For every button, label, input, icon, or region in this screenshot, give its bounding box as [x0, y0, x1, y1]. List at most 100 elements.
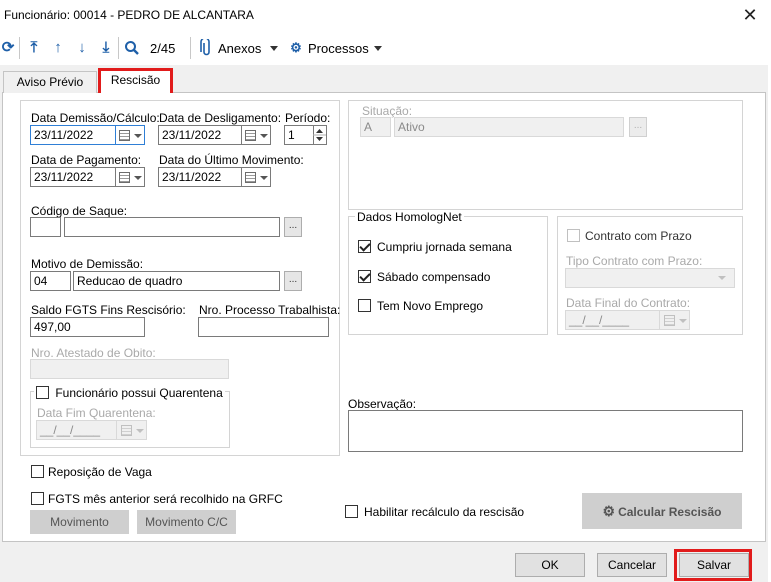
calendar-icon	[121, 425, 132, 436]
data-demissao-label: Data Demissão/Cálculo:	[31, 111, 160, 125]
tipo-contrato-label: Tipo Contrato com Prazo:	[566, 254, 703, 268]
dialog-window: Funcionário: 00014 - PEDRO DE ALCANTARA …	[0, 0, 769, 582]
nro-processo-label: Nro. Processo Trabalhista:	[199, 303, 341, 317]
cumpriu-jornada-checkbox[interactable]	[358, 240, 371, 253]
motivo-lookup-button[interactable]: ...	[284, 271, 302, 291]
data-ultimo-movimento-label: Data do Último Movimento:	[159, 153, 304, 167]
first-record-icon[interactable]: ⤒	[26, 39, 42, 57]
data-ultimo-movimento-input[interactable]: 23/11/2022	[158, 167, 242, 187]
novo-emprego-checkbox[interactable]	[358, 299, 371, 312]
situacao-code-input[interactable]: A	[360, 117, 391, 137]
data-pagamento-input[interactable]: 23/11/2022	[30, 167, 116, 187]
homolognet-legend: Dados HomologNet	[355, 210, 464, 224]
nro-atestado-label: Nro. Atestado de Obito:	[31, 346, 156, 360]
data-ultimo-movimento-calendar-button[interactable]	[241, 167, 271, 187]
calendar-icon	[245, 172, 256, 183]
ok-button[interactable]: OK	[515, 553, 585, 577]
codigo-saque-label: Código de Saque:	[31, 204, 128, 218]
recalculo-label: Habilitar recálculo da rescisão	[364, 505, 525, 519]
fgts-grfc-label: FGTS mês anterior será recolhido na GRFC	[48, 492, 283, 506]
refresh-icon[interactable]: ⟳	[0, 39, 16, 57]
tipo-contrato-select[interactable]	[565, 268, 735, 288]
periodo-input[interactable]: 1	[284, 125, 314, 145]
chevron-down-icon	[718, 276, 726, 280]
chevron-down-icon	[136, 429, 144, 433]
data-desligamento-label: Data de Desligamento:	[159, 111, 282, 125]
next-record-icon[interactable]: ↓	[74, 39, 90, 57]
codigo-saque-code-input[interactable]	[30, 217, 61, 237]
data-fim-quarentena-calendar-button[interactable]	[117, 420, 147, 440]
chevron-down-icon	[679, 319, 687, 323]
movimento-button[interactable]: Movimento	[30, 510, 129, 534]
data-fim-quarentena-label: Data Fim Quarentena:	[37, 406, 156, 420]
data-final-contrato-label: Data Final do Contrato:	[566, 296, 691, 310]
data-desligamento-calendar-button[interactable]	[241, 125, 271, 145]
cancel-button[interactable]: Cancelar	[597, 553, 667, 577]
calcular-rescisao-button[interactable]: ⚙ Calcular Rescisão	[582, 493, 742, 529]
data-pagamento-calendar-button[interactable]	[115, 167, 145, 187]
sabado-compensado-label: Sábado compensado	[377, 270, 491, 284]
chevron-down-icon	[134, 134, 142, 138]
calendar-icon	[119, 172, 130, 183]
paperclip-icon[interactable]	[198, 37, 214, 57]
nro-atestado-input[interactable]	[30, 359, 229, 379]
attachments-menu[interactable]: Anexos	[218, 41, 261, 56]
record-position: 2/45	[150, 41, 176, 56]
search-icon[interactable]	[124, 39, 140, 57]
data-final-contrato-input[interactable]: __/__/____	[565, 310, 660, 330]
chevron-down-icon[interactable]	[374, 46, 382, 51]
nro-processo-input[interactable]	[198, 317, 329, 337]
data-final-contrato-calendar-button[interactable]	[660, 310, 690, 330]
close-icon[interactable]: ✕	[738, 3, 762, 27]
quarentena-checkbox[interactable]	[36, 386, 49, 399]
periodo-label: Período:	[285, 111, 331, 125]
reposicao-vaga-label: Reposição de Vaga	[48, 465, 152, 479]
quarentena-label: Funcionário possui Quarentena	[55, 386, 223, 400]
recalculo-checkbox[interactable]	[345, 505, 358, 518]
motivo-code-input[interactable]: 04	[30, 271, 71, 291]
toolbar-separator	[118, 37, 119, 59]
calcular-rescisao-label: Calcular Rescisão	[618, 505, 722, 519]
reposicao-vaga-checkbox[interactable]	[31, 465, 44, 478]
title-bar: Funcionário: 00014 - PEDRO DE ALCANTARA …	[0, 0, 768, 31]
saldo-fgts-label: Saldo FGTS Fins Rescisório:	[31, 303, 186, 317]
data-fim-quarentena-input[interactable]: __/__/____	[36, 420, 117, 440]
calendar-icon	[664, 315, 675, 326]
gear-icon[interactable]: ⚙	[288, 39, 304, 57]
chevron-down-icon	[134, 176, 142, 180]
observacao-label: Observação:	[348, 397, 417, 411]
situacao-lookup-button[interactable]: ...	[629, 117, 647, 137]
sabado-compensado-checkbox[interactable]	[358, 270, 371, 283]
calendar-icon	[245, 130, 256, 141]
highlight-box	[674, 549, 752, 581]
codigo-saque-lookup-button[interactable]: ...	[284, 217, 302, 237]
cumpriu-jornada-label: Cumpriu jornada semana	[377, 240, 512, 254]
motivo-desc-input[interactable]: Reducao de quadro	[73, 271, 280, 291]
data-demissao-input[interactable]: 23/11/2022	[30, 125, 116, 145]
toolbar: ⟳ ⤒ ↑ ↓ ⤓ 2/45 Anexos ⚙ Processos	[0, 31, 768, 65]
saldo-fgts-input[interactable]: 497,00	[30, 317, 145, 337]
codigo-saque-desc-input[interactable]	[64, 217, 280, 237]
observacao-textarea[interactable]	[348, 410, 743, 452]
calendar-icon	[119, 130, 130, 141]
situacao-label: Situação:	[362, 104, 413, 118]
data-demissao-calendar-button[interactable]	[115, 125, 145, 145]
toolbar-separator	[190, 37, 191, 59]
contrato-prazo-label: Contrato com Prazo	[585, 229, 692, 243]
gear-icon: ⚙	[602, 503, 616, 519]
situacao-desc-input[interactable]: Ativo	[394, 117, 624, 137]
periodo-spinner[interactable]	[313, 125, 327, 145]
contrato-prazo-checkbox[interactable]	[567, 229, 580, 242]
quarentena-legend: Funcionário possui Quarentena	[34, 386, 225, 400]
motivo-demissao-label: Motivo de Demissão:	[31, 257, 144, 271]
last-record-icon[interactable]: ⤓	[98, 39, 114, 57]
previous-record-icon[interactable]: ↑	[50, 39, 66, 57]
tab-aviso-previo[interactable]: Aviso Prévio	[3, 71, 97, 93]
data-desligamento-input[interactable]: 23/11/2022	[158, 125, 242, 145]
processes-menu[interactable]: Processos	[308, 41, 369, 56]
chevron-down-icon[interactable]	[270, 46, 278, 51]
toolbar-separator	[19, 37, 20, 59]
fgts-grfc-checkbox[interactable]	[31, 492, 44, 505]
movimento-cc-button[interactable]: Movimento C/C	[137, 510, 236, 534]
check-icon	[359, 240, 371, 252]
